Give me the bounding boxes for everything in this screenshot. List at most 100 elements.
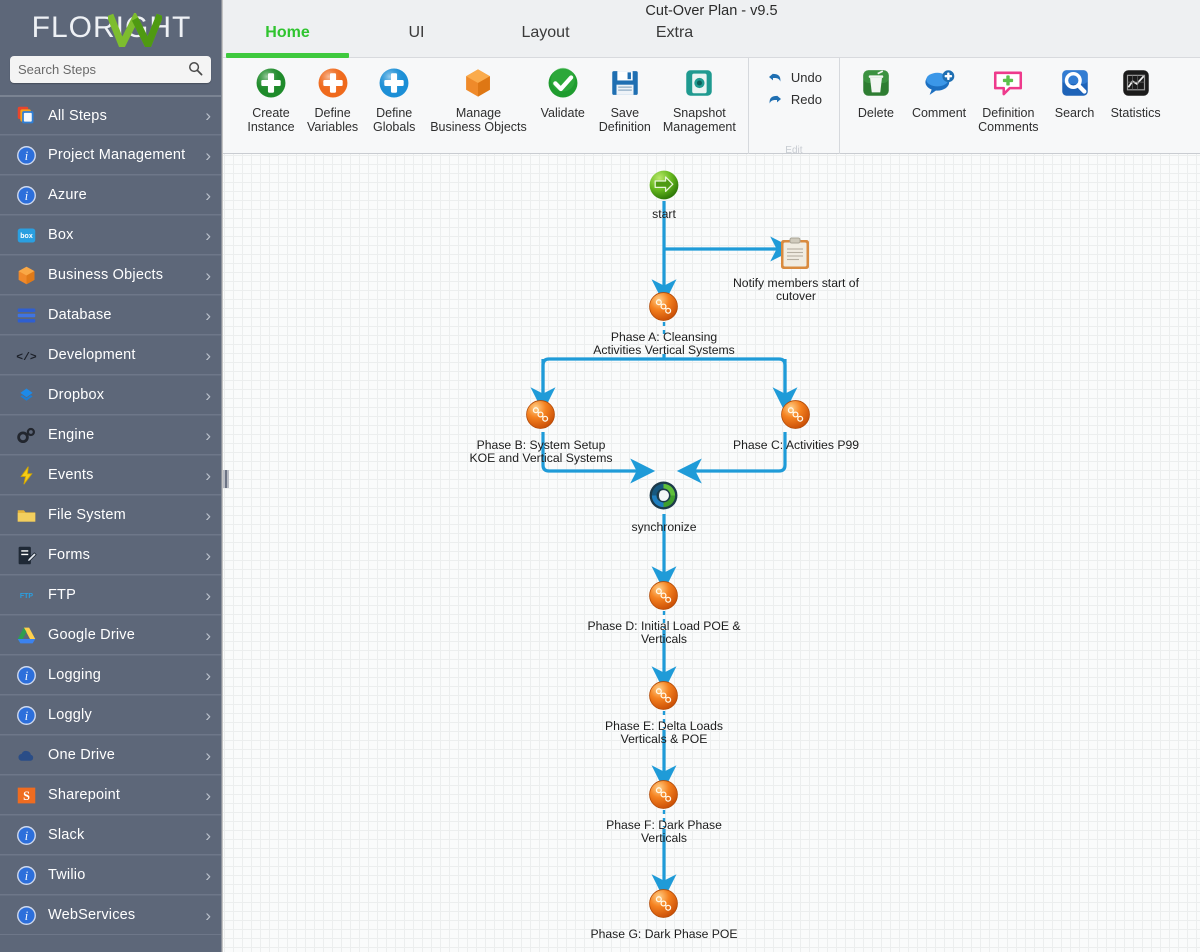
sidebar-item-sharepoint[interactable]: S Sharepoint › bbox=[0, 775, 221, 815]
svg-text:FTP: FTP bbox=[19, 593, 33, 600]
orange-activity-icon bbox=[649, 581, 678, 610]
statistics-chart-icon bbox=[1119, 64, 1153, 102]
page-title: Cut-Over Plan - v9.5 bbox=[645, 3, 778, 19]
define-variables-button[interactable]: Define Variables bbox=[301, 58, 364, 134]
sidebar-item-twilio[interactable]: i Twilio › bbox=[0, 855, 221, 895]
search-box[interactable] bbox=[10, 56, 211, 83]
sidebar-item-project-management[interactable]: i Project Management › bbox=[0, 135, 221, 175]
chevron-right-icon[interactable]: › bbox=[205, 867, 211, 884]
define-globals-button[interactable]: Define Globals bbox=[364, 58, 424, 134]
panel-splitter-handle[interactable] bbox=[222, 470, 230, 488]
save-definition-button[interactable]: Save Definition bbox=[593, 58, 657, 134]
start-green-sphere-icon bbox=[649, 170, 679, 200]
comment-button[interactable]: Comment bbox=[906, 58, 972, 120]
chevron-right-icon[interactable]: › bbox=[205, 227, 211, 244]
orange-activity-icon[interactable] bbox=[648, 888, 679, 924]
definition-comments-button[interactable]: Definition Comments bbox=[972, 58, 1044, 134]
chevron-right-icon[interactable]: › bbox=[205, 627, 211, 644]
ftp-icon: FTP bbox=[14, 584, 38, 606]
sidebar-item-logging[interactable]: i Logging › bbox=[0, 655, 221, 695]
create-instance-button[interactable]: Create Instance bbox=[241, 58, 301, 134]
sidebar-item-azure[interactable]: i Azure › bbox=[0, 175, 221, 215]
chevron-right-icon[interactable]: › bbox=[205, 147, 211, 164]
chevron-right-icon[interactable]: › bbox=[205, 707, 211, 724]
sidebar-item-webservices[interactable]: i WebServices › bbox=[0, 895, 221, 935]
sidebar-item-database[interactable]: Database › bbox=[0, 295, 221, 335]
snapshot-icon bbox=[682, 64, 716, 102]
orange-activity-icon[interactable] bbox=[780, 399, 811, 435]
search-icon[interactable] bbox=[188, 61, 203, 76]
delete-button[interactable]: Delete bbox=[846, 58, 906, 120]
ftp-icon: FTP bbox=[19, 593, 33, 600]
orange-activity-icon bbox=[781, 400, 810, 429]
tab-home[interactable]: Home bbox=[223, 22, 352, 58]
sidebar-item-file-system[interactable]: File System › bbox=[0, 495, 221, 535]
chevron-right-icon[interactable]: › bbox=[205, 587, 211, 604]
sidebar-item-box[interactable]: box Box › bbox=[0, 215, 221, 255]
sidebar-item-one-drive[interactable]: One Drive › bbox=[0, 735, 221, 775]
orange-activity-icon[interactable] bbox=[648, 291, 679, 327]
chevron-right-icon[interactable]: › bbox=[205, 387, 211, 404]
sidebar-item-dropbox[interactable]: Dropbox › bbox=[0, 375, 221, 415]
sidebar-item-development[interactable]: </> Development › bbox=[0, 335, 221, 375]
ribbon-small-label: Redo bbox=[790, 91, 822, 107]
sidebar-item-loggly[interactable]: i Loggly › bbox=[0, 695, 221, 735]
ribbon-button-label: Create Instance bbox=[247, 106, 295, 134]
synchronize-icon[interactable] bbox=[648, 480, 679, 516]
chevron-right-icon[interactable]: › bbox=[205, 827, 211, 844]
chevron-right-icon[interactable]: › bbox=[205, 267, 211, 284]
orange-cube-icon bbox=[466, 69, 491, 97]
sidebar-item-engine[interactable]: Engine › bbox=[0, 415, 221, 455]
snapshot-management-button[interactable]: Snapshot Management bbox=[657, 58, 742, 134]
svg-text:i: i bbox=[24, 148, 28, 162]
gears-icon bbox=[14, 424, 38, 446]
chevron-right-icon[interactable]: › bbox=[205, 307, 211, 324]
ribbon-button-label: Manage Business Objects bbox=[430, 106, 527, 134]
orange-activity-icon[interactable] bbox=[648, 680, 679, 716]
search-input[interactable] bbox=[18, 56, 203, 83]
ribbon-button-label: Snapshot Management bbox=[662, 106, 736, 134]
workflow-canvas[interactable]: start Notify members start of cutover Ph… bbox=[223, 154, 1200, 952]
sidebar-item-ftp[interactable]: FTP FTP › bbox=[0, 575, 221, 615]
pink-comment-icon bbox=[994, 71, 1023, 96]
orange-activity-icon[interactable] bbox=[648, 779, 679, 815]
chevron-right-icon[interactable]: › bbox=[205, 547, 211, 564]
database-icon bbox=[14, 304, 38, 326]
chevron-right-icon[interactable]: › bbox=[205, 347, 211, 364]
chevron-right-icon[interactable]: › bbox=[205, 187, 211, 204]
sidebar-item-all-steps[interactable]: All Steps › bbox=[0, 95, 221, 135]
chevron-right-icon[interactable]: › bbox=[205, 907, 211, 924]
tab-layout[interactable]: Layout bbox=[481, 22, 610, 58]
chevron-right-icon[interactable]: › bbox=[205, 787, 211, 804]
start-green-sphere-icon[interactable] bbox=[648, 169, 680, 206]
sidebar-item-business-objects[interactable]: Business Objects › bbox=[0, 255, 221, 295]
orange-cube-icon bbox=[461, 64, 495, 102]
tab-ui[interactable]: UI bbox=[352, 22, 481, 58]
sidebar-item-events[interactable]: Events › bbox=[0, 455, 221, 495]
flow-node-label-phaseE: Phase E: Delta Loads Verticals & POE bbox=[605, 719, 723, 747]
redo-button[interactable]: Redo bbox=[763, 90, 825, 108]
chevron-right-icon[interactable]: › bbox=[205, 747, 211, 764]
chevron-right-icon[interactable]: › bbox=[205, 427, 211, 444]
orange-activity-icon[interactable] bbox=[525, 399, 556, 435]
orange-activity-icon[interactable] bbox=[648, 580, 679, 616]
undo-button[interactable]: Undo bbox=[763, 68, 825, 86]
chevron-right-icon[interactable]: › bbox=[205, 667, 211, 684]
sidebar-item-slack[interactable]: i Slack › bbox=[0, 815, 221, 855]
sidebar-item-label: Database bbox=[48, 307, 112, 323]
manage-business-objects-button[interactable]: Manage Business Objects bbox=[424, 58, 533, 134]
orange-activity-icon bbox=[649, 889, 678, 918]
search-button[interactable]: Search bbox=[1045, 58, 1105, 120]
tab-extra[interactable]: Extra bbox=[610, 22, 739, 58]
chevron-right-icon[interactable]: › bbox=[205, 507, 211, 524]
validate-button[interactable]: Validate bbox=[533, 58, 593, 120]
statistics-button[interactable]: Statistics bbox=[1105, 58, 1167, 120]
flow-node-label-phaseD: Phase D: Initial Load POE & Verticals bbox=[587, 619, 741, 647]
chevron-right-icon[interactable]: › bbox=[205, 107, 211, 124]
save-floppy-icon bbox=[608, 64, 642, 102]
sidebar-item-google-drive[interactable]: Google Drive › bbox=[0, 615, 221, 655]
chevron-right-icon[interactable]: › bbox=[205, 467, 211, 484]
sidebar-item-forms[interactable]: Forms › bbox=[0, 535, 221, 575]
clipboard-note-icon[interactable] bbox=[780, 237, 810, 276]
lightning-bolt-icon bbox=[19, 465, 33, 485]
